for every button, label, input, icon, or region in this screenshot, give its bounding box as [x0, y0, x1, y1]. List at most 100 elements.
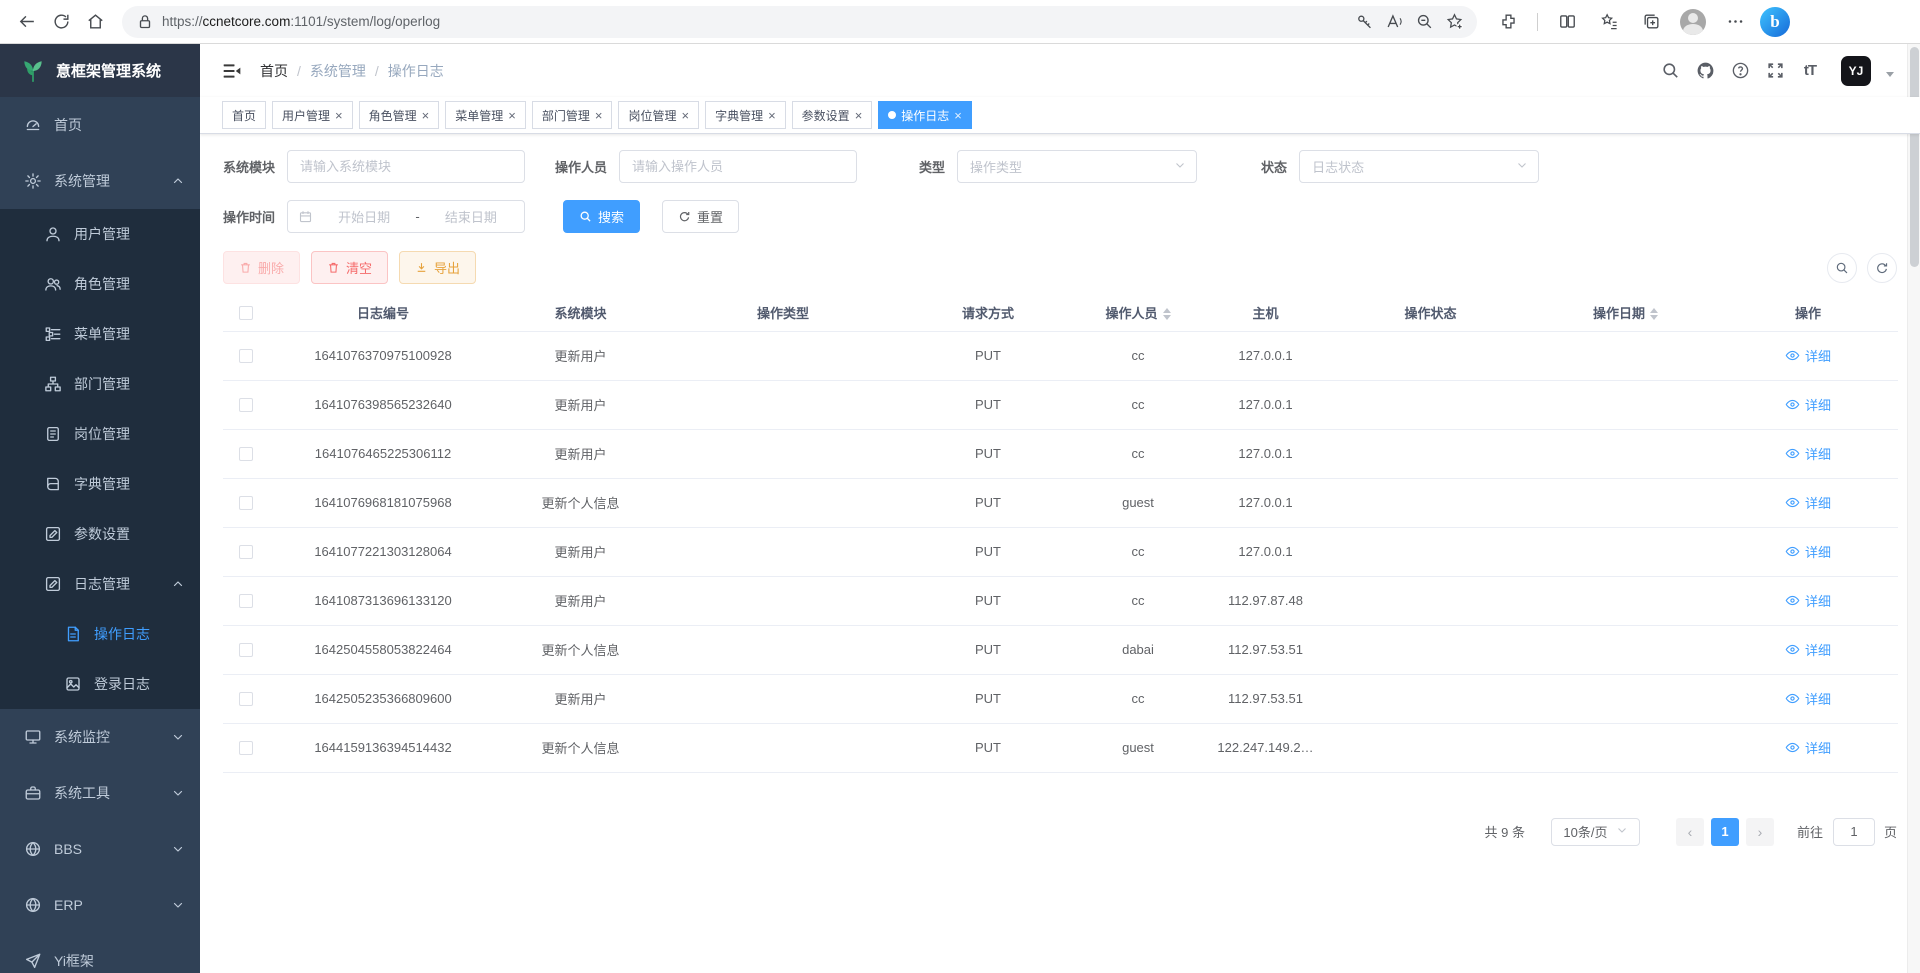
sidebar-item-dept-mgmt[interactable]: 部门管理 — [0, 359, 200, 409]
page-size-select[interactable]: 10条/页 — [1551, 818, 1640, 846]
tab-close-icon[interactable]: × — [681, 109, 689, 122]
detail-link[interactable]: 详细 — [1785, 689, 1831, 708]
select-all-checkbox[interactable] — [239, 306, 253, 320]
tab-close-icon[interactable]: × — [855, 109, 863, 122]
delete-button[interactable]: 删除 — [223, 251, 300, 284]
tab-close-icon[interactable]: × — [508, 109, 516, 122]
col-date[interactable]: 操作日期 — [1533, 294, 1718, 331]
sidebar-item-erp[interactable]: ERP — [0, 877, 200, 933]
favorite-star-icon[interactable] — [1439, 7, 1469, 37]
detail-link[interactable]: 详细 — [1785, 542, 1831, 561]
tab-close-icon[interactable]: × — [335, 109, 343, 122]
reset-button[interactable]: 重置 — [662, 200, 739, 233]
sidebar-item-menu-mgmt[interactable]: 菜单管理 — [0, 309, 200, 359]
address-bar[interactable]: https://ccnetcore.com:1101/system/log/op… — [122, 6, 1477, 38]
tab-close-icon[interactable]: × — [595, 109, 603, 122]
sidebar-item-system-mgmt[interactable]: 系统管理 — [0, 153, 200, 209]
help-icon[interactable] — [1730, 61, 1750, 81]
operator-input[interactable] — [619, 150, 857, 183]
back-icon[interactable] — [10, 5, 44, 39]
tab-role-mgmt[interactable]: 角色管理× — [359, 101, 440, 129]
row-checkbox[interactable] — [239, 447, 253, 461]
detail-link[interactable]: 详细 — [1785, 395, 1831, 414]
extensions-icon[interactable] — [1491, 5, 1525, 39]
page-1-button[interactable]: 1 — [1711, 818, 1739, 846]
tab-close-icon[interactable]: × — [954, 109, 962, 122]
row-checkbox[interactable] — [239, 692, 253, 706]
sidebar-item-role-mgmt[interactable]: 角色管理 — [0, 259, 200, 309]
sidebar-item-system-monitor[interactable]: 系统监控 — [0, 709, 200, 765]
tab-post-mgmt[interactable]: 岗位管理× — [618, 101, 699, 129]
row-checkbox[interactable] — [239, 398, 253, 412]
row-checkbox[interactable] — [239, 496, 253, 510]
browser-scrollbar[interactable] — [1907, 44, 1920, 973]
github-icon[interactable] — [1695, 61, 1715, 81]
sidebar-fold-icon[interactable] — [222, 61, 242, 81]
sidebar-item-bbs[interactable]: BBS — [0, 821, 200, 877]
detail-link[interactable]: 详细 — [1785, 444, 1831, 463]
type-select[interactable]: 操作类型 — [957, 150, 1197, 183]
breadcrumb-item[interactable]: 首页 — [260, 61, 288, 81]
refresh-icon[interactable] — [44, 5, 78, 39]
sort-icons[interactable] — [1163, 308, 1171, 320]
detail-link[interactable]: 详细 — [1785, 738, 1831, 757]
sort-icons[interactable] — [1650, 308, 1658, 320]
row-checkbox[interactable] — [239, 545, 253, 559]
tab-dept-mgmt[interactable]: 部门管理× — [532, 101, 613, 129]
font-size-icon[interactable]: tT — [1800, 61, 1820, 81]
next-page-button[interactable]: › — [1746, 818, 1774, 846]
sidebar-item-user-mgmt[interactable]: 用户管理 — [0, 209, 200, 259]
fullscreen-icon[interactable] — [1765, 61, 1785, 81]
row-checkbox[interactable] — [239, 594, 253, 608]
sidebar-item-dict-mgmt[interactable]: 字典管理 — [0, 459, 200, 509]
tab-menu-mgmt[interactable]: 菜单管理× — [445, 101, 526, 129]
search-button[interactable]: 搜索 — [563, 200, 640, 233]
zoom-out-icon[interactable] — [1409, 7, 1439, 37]
scrollbar-thumb[interactable] — [1910, 47, 1919, 267]
date-range-picker[interactable]: 开始日期 - 结束日期 — [287, 200, 525, 233]
sidebar-item-system-tools[interactable]: 系统工具 — [0, 765, 200, 821]
detail-link[interactable]: 详细 — [1785, 346, 1831, 365]
breadcrumb-item[interactable]: 系统管理 — [310, 61, 366, 81]
goto-page-input[interactable] — [1833, 818, 1875, 846]
password-key-icon[interactable] — [1349, 7, 1379, 37]
row-checkbox[interactable] — [239, 741, 253, 755]
tab-close-icon[interactable]: × — [768, 109, 776, 122]
detail-link[interactable]: 详细 — [1785, 640, 1831, 659]
user-avatar[interactable]: YJ — [1841, 56, 1871, 86]
show-search-icon[interactable] — [1827, 253, 1857, 283]
header-search-icon[interactable] — [1660, 61, 1680, 81]
sidebar-item-param-settings[interactable]: 参数设置 — [0, 509, 200, 559]
export-button[interactable]: 导出 — [399, 251, 476, 284]
tab-home[interactable]: 首页 — [222, 101, 266, 129]
sidebar-item-oper-log[interactable]: 操作日志 — [0, 609, 200, 659]
bing-chat-icon[interactable]: b — [1760, 7, 1790, 37]
profile-avatar[interactable] — [1676, 5, 1710, 39]
split-screen-icon[interactable] — [1550, 5, 1584, 39]
status-select[interactable]: 日志状态 — [1299, 150, 1539, 183]
tab-user-mgmt[interactable]: 用户管理× — [272, 101, 353, 129]
clear-button[interactable]: 清空 — [311, 251, 388, 284]
tab-dict-mgmt[interactable]: 字典管理× — [705, 101, 786, 129]
row-checkbox[interactable] — [239, 643, 253, 657]
detail-link[interactable]: 详细 — [1785, 591, 1831, 610]
col-operator[interactable]: 操作人员 — [1073, 294, 1203, 331]
more-menu-icon[interactable] — [1718, 5, 1752, 39]
favorites-bar-icon[interactable] — [1592, 5, 1626, 39]
sidebar-item-yi-framework[interactable]: Yi框架 — [0, 933, 200, 973]
row-checkbox[interactable] — [239, 349, 253, 363]
tab-close-icon[interactable]: × — [422, 109, 430, 122]
home-icon[interactable] — [78, 5, 112, 39]
detail-link[interactable]: 详细 — [1785, 493, 1831, 512]
sidebar-item-log-mgmt[interactable]: 日志管理 — [0, 559, 200, 609]
sidebar-item-login-log[interactable]: 登录日志 — [0, 659, 200, 709]
module-input[interactable] — [287, 150, 525, 183]
prev-page-button[interactable]: ‹ — [1676, 818, 1704, 846]
url-text[interactable]: https://ccnetcore.com:1101/system/log/op… — [162, 14, 1349, 29]
tab-param-settings[interactable]: 参数设置× — [792, 101, 873, 129]
collections-icon[interactable] — [1634, 5, 1668, 39]
sidebar-item-post-mgmt[interactable]: 岗位管理 — [0, 409, 200, 459]
refresh-table-icon[interactable] — [1867, 253, 1897, 283]
avatar-caret-icon[interactable] — [1886, 72, 1894, 77]
tab-oper-log[interactable]: 操作日志× — [878, 101, 972, 129]
